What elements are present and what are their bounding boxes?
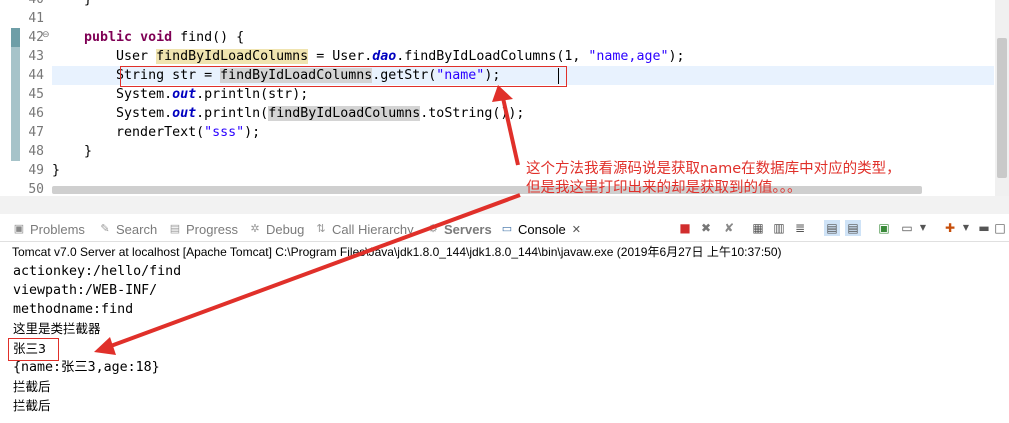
console-line: viewpath:/WEB-INF/	[13, 283, 158, 298]
line-number: 45	[28, 87, 44, 102]
code-text: = User.	[308, 49, 373, 64]
code-text: .toString());	[420, 106, 525, 121]
view-tab-bar: ▣ Problems ✎ Search ▤ Progress ✲ Debug ⇅ Call…	[0, 214, 1009, 242]
code-text: System.	[52, 106, 173, 121]
clear-console-icon[interactable]: ▦	[750, 220, 766, 236]
open-console-icon[interactable]: ✚	[942, 220, 958, 236]
sash-divider[interactable]	[0, 196, 1009, 215]
code-line: User findByIdLoadColumns = User.dao.find…	[52, 47, 684, 66]
tab-label: Debug	[266, 221, 305, 237]
code-line: }	[52, 163, 61, 178]
code-text: User	[52, 49, 157, 64]
problems-icon: ▣	[13, 223, 25, 235]
console-launch-description: Tomcat v7.0 Server at localhost [Apache …	[12, 245, 782, 259]
tab-problems[interactable]: ▣ Problems	[12, 221, 85, 237]
remove-all-icon[interactable]: ✘	[721, 220, 737, 236]
console-line: actionkey:/hello/find	[13, 264, 182, 279]
tab-label: Problems	[30, 221, 85, 237]
variable-occurrence: findByIdLoadColumns	[156, 49, 309, 64]
annotation-line: 这个方法我看源码说是获取name在数据库中对应的类型，	[526, 161, 901, 177]
tab-search[interactable]: ✎ Search	[98, 221, 157, 237]
tab-debug[interactable]: ✲ Debug	[248, 221, 304, 237]
line-number-gutter: 40 41 42 43 44 45 46 47 48 49 50	[18, 0, 44, 196]
console-line: methodname:find	[13, 302, 134, 317]
static-field: out	[172, 106, 197, 121]
code-text: .println(str);	[196, 87, 309, 102]
tab-label: Servers	[444, 221, 492, 237]
scrollbar-thumb[interactable]	[997, 38, 1007, 178]
static-field: out	[172, 87, 197, 102]
console-line: 拦截后	[13, 379, 51, 394]
tab-label: Call Hierarchy	[332, 221, 414, 237]
line-number: 40	[18, 0, 44, 9]
variable-occurrence: findByIdLoadColumns	[268, 106, 421, 121]
code-text: System.	[52, 87, 173, 102]
tab-label: Console	[518, 221, 566, 237]
word-wrap-icon[interactable]: ≣	[792, 220, 808, 236]
code-line: renderText("sss");	[52, 123, 260, 142]
annotation-box-code	[120, 66, 567, 87]
tab-servers[interactable]: ⚙ Servers	[426, 221, 492, 237]
code-text: );	[244, 125, 261, 140]
chevron-down-icon[interactable]: ▼	[958, 220, 974, 236]
code-line: System.out.println(findByIdLoadColumns.t…	[52, 104, 524, 123]
code-text: );	[668, 49, 685, 64]
string-literal: "sss"	[204, 125, 245, 140]
annotation-box-output	[8, 338, 59, 361]
tab-console[interactable]: ▭ Console ✕	[500, 221, 581, 237]
show-on-stderr-icon[interactable]: ▤	[845, 220, 861, 236]
fold-toggle-icon[interactable]: ⊖	[42, 30, 50, 40]
remove-launch-icon[interactable]: ✖	[698, 220, 714, 236]
pin-console-icon[interactable]: ▣	[876, 220, 892, 236]
maximize-icon[interactable]: □	[992, 220, 1008, 236]
code-text: .println(	[196, 106, 269, 121]
debug-icon: ✲	[250, 223, 260, 235]
display-console-icon[interactable]: ▭	[899, 220, 915, 236]
code-line: public void find() {	[52, 28, 244, 47]
code-line: }	[52, 144, 93, 159]
line-number: 49	[28, 163, 44, 178]
code-text: .findByIdLoadColumns(1,	[396, 49, 589, 64]
console-line: 这里是类拦截器	[13, 321, 101, 336]
minimize-icon[interactable]: ▬	[976, 220, 992, 236]
console-line: 拦截后	[13, 398, 51, 413]
arrowhead	[94, 337, 116, 355]
terminate-icon[interactable]: ■	[677, 220, 693, 236]
line-number: 44	[28, 68, 44, 83]
line-number: 46	[28, 106, 44, 121]
show-on-stdout-icon[interactable]: ▤	[824, 220, 840, 236]
tab-label: Search	[116, 221, 158, 237]
keyword: public void	[84, 30, 173, 45]
progress-icon: ▤	[169, 223, 181, 235]
line-number: 43	[28, 49, 44, 64]
line-number: 48	[28, 144, 44, 159]
search-icon: ✎	[100, 223, 110, 235]
close-icon[interactable]: ✕	[572, 223, 581, 236]
code-line: }	[52, 0, 92, 9]
annotation-line: 但是我这里打印出来的却是获取到的值。。。	[526, 180, 802, 196]
call-hierarchy-icon: ⇅	[316, 223, 326, 235]
scroll-lock-icon[interactable]: ▥	[771, 220, 787, 236]
static-field: dao	[372, 49, 397, 64]
line-number: 50	[28, 182, 44, 196]
annotation-note: 这个方法我看源码说是获取name在数据库中对应的类型， 但是我这里打印出来的却是…	[526, 160, 901, 198]
line-number: 42	[28, 30, 44, 45]
console-icon: ▭	[501, 223, 513, 235]
line-number: 47	[28, 125, 44, 140]
tab-progress[interactable]: ▤ Progress	[168, 221, 238, 237]
vertical-scrollbar[interactable]	[995, 0, 1009, 196]
code-text: find() {	[172, 30, 245, 45]
code-line: System.out.println(str);	[52, 85, 308, 104]
code-text: renderText(	[52, 125, 205, 140]
string-literal: "name,age"	[588, 49, 669, 64]
tab-call-hierarchy[interactable]: ⇅ Call Hierarchy	[314, 221, 414, 237]
line-number: 41	[28, 11, 44, 26]
tab-label: Progress	[186, 221, 239, 237]
servers-icon: ⚙	[428, 223, 438, 235]
chevron-down-icon[interactable]: ▼	[915, 220, 931, 236]
